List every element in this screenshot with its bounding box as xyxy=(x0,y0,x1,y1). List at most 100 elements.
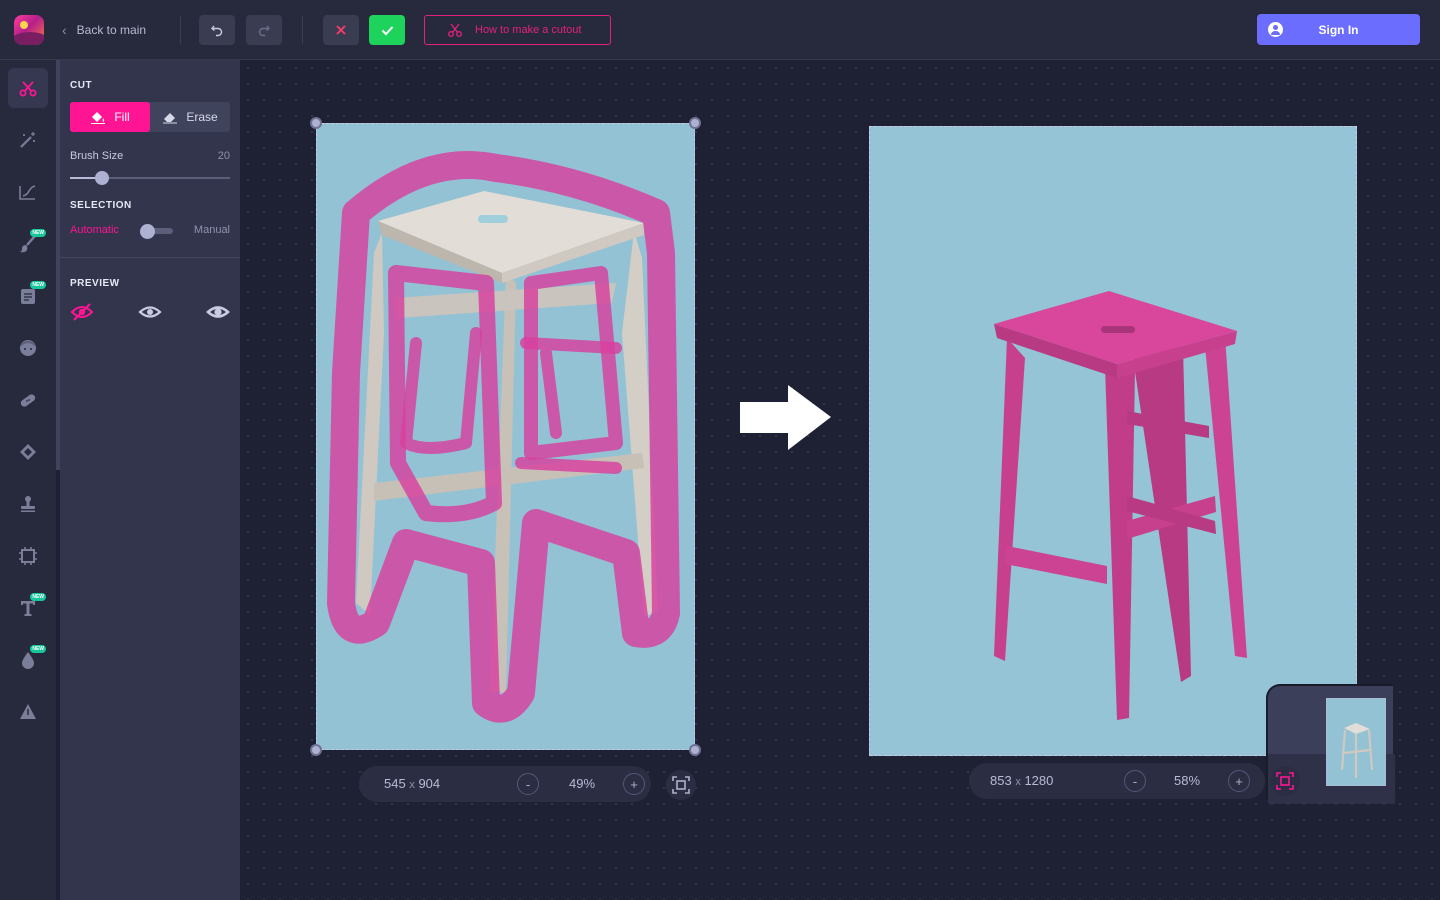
cancel-button[interactable] xyxy=(323,15,359,45)
panel-divider xyxy=(60,257,240,258)
tool-face[interactable] xyxy=(8,328,48,368)
result-zoom-bar: 853 x 1280 - 58% + xyxy=(969,763,1265,799)
tool-cutout[interactable] xyxy=(8,68,48,108)
result-zoom-level: 58% xyxy=(1173,773,1201,788)
tool-adjust[interactable] xyxy=(8,172,48,212)
apply-button[interactable] xyxy=(369,15,405,45)
bandage-icon xyxy=(20,394,36,407)
source-zoom-level: 49% xyxy=(568,776,596,791)
undo-button[interactable] xyxy=(199,15,235,45)
crop-frame-icon xyxy=(19,547,37,565)
brush-slider-thumb[interactable] xyxy=(95,171,109,185)
undo-icon xyxy=(211,25,223,37)
eraser-icon xyxy=(163,113,178,124)
app-logo[interactable] xyxy=(14,15,44,45)
preview-section-title: PREVIEW xyxy=(70,278,120,289)
tool-shape[interactable] xyxy=(8,432,48,472)
source-photo-svg xyxy=(316,123,695,750)
paint-bucket-icon xyxy=(91,112,106,124)
settings-panel: CUT Fill Erase Brush Size 20 SELECTION A… xyxy=(60,60,240,900)
result-dimensions: 853 x 1280 xyxy=(990,773,1054,788)
new-badge: NEW xyxy=(30,593,46,601)
how-to-label: How to make a cutout xyxy=(475,24,582,36)
eye-icon xyxy=(138,306,162,318)
selection-row: Automatic Manual xyxy=(70,223,230,239)
sign-in-label: Sign In xyxy=(1318,22,1359,37)
source-zoom-out-button[interactable]: - xyxy=(517,773,539,795)
source-image[interactable] xyxy=(316,123,695,750)
eye-bold-icon xyxy=(206,306,230,318)
navigator-thumbnail[interactable] xyxy=(1326,698,1386,786)
selection-automatic-label[interactable]: Automatic xyxy=(70,224,119,236)
tool-stamp[interactable] xyxy=(8,484,48,524)
tool-templates[interactable]: NEW xyxy=(8,276,48,316)
brush-size-row: Brush Size 20 xyxy=(70,150,230,162)
scissors-icon xyxy=(448,23,462,37)
divider xyxy=(180,16,181,44)
fit-screen-icon xyxy=(1276,772,1294,790)
tool-crop[interactable] xyxy=(8,536,48,576)
chevron-left-icon: ‹ xyxy=(62,22,67,38)
selection-toggle[interactable] xyxy=(140,224,173,239)
sign-in-button[interactable]: Sign In xyxy=(1257,14,1420,45)
triangle-icon xyxy=(20,704,36,719)
result-photo-svg xyxy=(869,126,1357,756)
result-fit-button[interactable] xyxy=(1270,766,1300,796)
resize-handle-bottom-left[interactable] xyxy=(310,744,322,756)
source-fit-button[interactable] xyxy=(666,770,696,800)
new-badge: NEW xyxy=(30,281,46,289)
source-zoom-bar: 545 x 904 - 49% + xyxy=(359,766,651,802)
divider xyxy=(302,16,303,44)
scissors-icon xyxy=(19,81,37,97)
back-label: Back to main xyxy=(76,23,147,37)
new-badge: NEW xyxy=(30,229,46,237)
preview-overlay-button[interactable] xyxy=(138,301,162,323)
check-icon xyxy=(381,25,393,35)
erase-mode-button[interactable]: Erase xyxy=(150,102,230,132)
tool-retouch[interactable] xyxy=(8,380,48,420)
tool-text[interactable]: NEW xyxy=(8,588,48,628)
brush-size-label: Brush Size xyxy=(70,150,124,162)
curve-adjust-icon xyxy=(19,185,36,200)
brush-size-slider[interactable] xyxy=(70,171,230,185)
diamond-icon xyxy=(20,444,36,460)
result-image[interactable] xyxy=(869,126,1357,756)
stamp-icon xyxy=(21,496,35,512)
close-icon xyxy=(336,25,346,35)
preview-hide-button[interactable] xyxy=(70,301,94,323)
tool-rail: NEW NEW NEW NEW xyxy=(0,60,56,900)
fit-screen-icon xyxy=(672,776,690,794)
new-badge: NEW xyxy=(30,645,46,653)
magic-wand-icon xyxy=(20,132,35,148)
back-to-main-link[interactable]: ‹ Back to main xyxy=(62,20,146,40)
cut-section-title: CUT xyxy=(70,80,93,91)
how-to-cutout-button[interactable]: How to make a cutout xyxy=(424,15,611,45)
arrow-right-icon xyxy=(740,385,831,450)
source-zoom-in-button[interactable]: + xyxy=(623,773,645,795)
top-bar: ‹ Back to main How to make a cutout Sign… xyxy=(0,0,1440,60)
tool-fill[interactable]: NEW xyxy=(8,640,48,680)
editor-canvas[interactable]: 545 x 904 - 49% + 853 x 1280 - 58% + xyxy=(240,60,1440,900)
cut-mode-switch: Fill Erase xyxy=(70,102,230,132)
tool-magic[interactable] xyxy=(8,120,48,160)
result-zoom-out-button[interactable]: - xyxy=(1124,770,1146,792)
face-icon xyxy=(20,340,36,356)
selection-manual-label[interactable]: Manual xyxy=(194,224,230,236)
selection-section-title: SELECTION xyxy=(70,200,132,211)
tool-brush[interactable]: NEW xyxy=(8,224,48,264)
eye-off-icon xyxy=(70,303,94,321)
fill-mode-button[interactable]: Fill xyxy=(70,102,150,132)
result-zoom-in-button[interactable]: + xyxy=(1228,770,1250,792)
tool-warning[interactable] xyxy=(8,692,48,732)
resize-handle-bottom-right[interactable] xyxy=(689,744,701,756)
preview-result-button[interactable] xyxy=(206,301,230,323)
redo-icon xyxy=(258,25,270,37)
source-dimensions: 545 x 904 xyxy=(384,776,441,791)
resize-handle-top-right[interactable] xyxy=(689,117,701,129)
brush-size-value: 20 xyxy=(217,150,230,162)
resize-handle-top-left[interactable] xyxy=(310,117,322,129)
user-icon xyxy=(1268,22,1283,37)
erase-label: Erase xyxy=(186,110,218,124)
redo-button[interactable] xyxy=(246,15,282,45)
fill-label: Fill xyxy=(114,110,130,124)
